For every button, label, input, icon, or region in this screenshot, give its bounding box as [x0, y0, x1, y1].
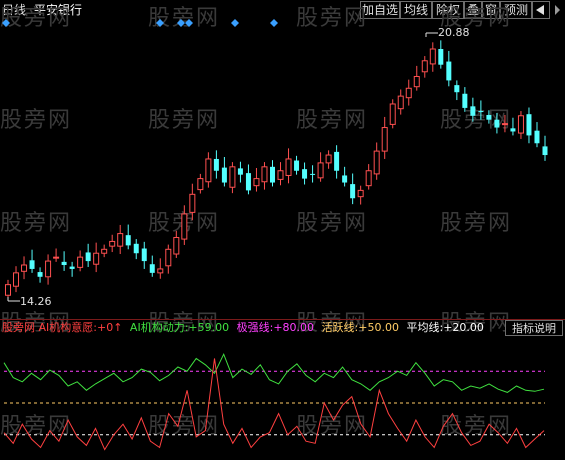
- candle-body: [294, 160, 300, 171]
- candle-body: [133, 243, 139, 254]
- candle-body: [269, 166, 275, 183]
- candle-body: [413, 75, 420, 88]
- candle-body: [334, 151, 340, 171]
- indicator-chart[interactable]: [0, 338, 565, 460]
- candle-body: [510, 128, 516, 132]
- candle-body: [237, 168, 243, 175]
- stock-chart-window: 日线 平安银行 加自选 均线 除权 叠 窗 预测 股旁网 股旁网 股旁网 股旁网…: [0, 0, 565, 460]
- indicator-legend: 股旁网 AI机构意愿:+0↑ AI机构动力:+59.00 极强线:+80.00 …: [2, 321, 484, 335]
- candle-body: [454, 85, 460, 93]
- indicator-name: 股旁网: [2, 321, 35, 334]
- candle-body: [157, 268, 164, 274]
- candle-body: [421, 60, 428, 73]
- candle-body: [470, 106, 476, 116]
- candle-body: [45, 260, 52, 278]
- candle-body: [69, 266, 75, 269]
- high-marker: [425, 32, 438, 37]
- candle-body: [365, 170, 372, 187]
- candle-body: [53, 256, 60, 259]
- candle-body: [221, 167, 227, 183]
- candle-body: [197, 178, 204, 191]
- candle-body: [261, 166, 268, 183]
- ai-power-label: AI机构动力:: [129, 321, 189, 334]
- candle-body: [205, 158, 212, 183]
- candle-body: [37, 272, 43, 277]
- candle-body: [429, 48, 436, 65]
- candle-body: [5, 284, 11, 296]
- candle-body: [494, 119, 500, 128]
- average-line-label: 平均线:: [406, 321, 444, 334]
- candle-body: [213, 158, 219, 171]
- candle-body: [302, 169, 308, 179]
- indicator-help-button[interactable]: 指标说明: [505, 320, 563, 336]
- candle-body: [277, 170, 284, 180]
- candle-body: [373, 150, 380, 175]
- candle-body: [173, 237, 180, 255]
- candle-body: [517, 115, 524, 134]
- candle-body: [526, 114, 532, 136]
- low-marker: [7, 297, 20, 302]
- candle-body: [285, 158, 292, 176]
- candle-body: [229, 166, 236, 188]
- candle-body: [117, 233, 124, 247]
- candle-body: [149, 264, 155, 273]
- ai-will-value: +0↑: [96, 321, 123, 334]
- candle-body: [181, 213, 188, 240]
- candle-body: [109, 240, 116, 247]
- candlestick-chart[interactable]: [0, 20, 565, 320]
- ai-will-line: [3, 358, 545, 451]
- candle-body: [357, 189, 364, 198]
- ai-power-value: +59.00: [188, 321, 230, 334]
- candle-body: [478, 111, 484, 113]
- candle-body: [381, 127, 388, 152]
- candle-body: [350, 184, 356, 199]
- candle-body: [61, 261, 67, 266]
- candle-body: [542, 146, 548, 156]
- candle-body: [534, 130, 540, 144]
- candle-body: [462, 93, 468, 108]
- candle-body: [29, 260, 35, 269]
- candle-body: [77, 256, 84, 268]
- candle-body: [125, 235, 131, 246]
- average-line-value: +20.00: [443, 321, 484, 334]
- candle-body: [13, 272, 20, 287]
- strong-line-label: 极强线:: [236, 321, 274, 334]
- candle-body: [501, 123, 508, 126]
- candle-body: [21, 264, 28, 272]
- candle-body: [405, 87, 412, 99]
- candle-body: [486, 114, 492, 120]
- strong-line-value: +80.00: [273, 321, 315, 334]
- candle-body: [438, 48, 444, 65]
- candle-body: [342, 175, 348, 183]
- candle-body: [446, 61, 452, 81]
- ai-power-line: [3, 352, 545, 393]
- candle-body: [101, 248, 108, 254]
- candle-body: [141, 248, 147, 262]
- candle-body: [189, 193, 196, 213]
- ai-will-label: AI机构意愿:: [38, 321, 97, 334]
- candle-body: [253, 178, 260, 187]
- candle-body: [85, 252, 91, 262]
- candle-body: [245, 173, 251, 191]
- active-line-label: 活跃线:: [321, 321, 359, 334]
- panel-divider: [0, 319, 565, 320]
- candle-body: [397, 95, 404, 110]
- candle-body: [317, 162, 324, 179]
- candle-body: [93, 252, 100, 265]
- candle-body: [325, 154, 332, 164]
- active-line-value: +50.00: [358, 321, 399, 334]
- candle-body: [310, 173, 316, 175]
- candle-body: [389, 103, 396, 125]
- candle-body: [165, 248, 172, 267]
